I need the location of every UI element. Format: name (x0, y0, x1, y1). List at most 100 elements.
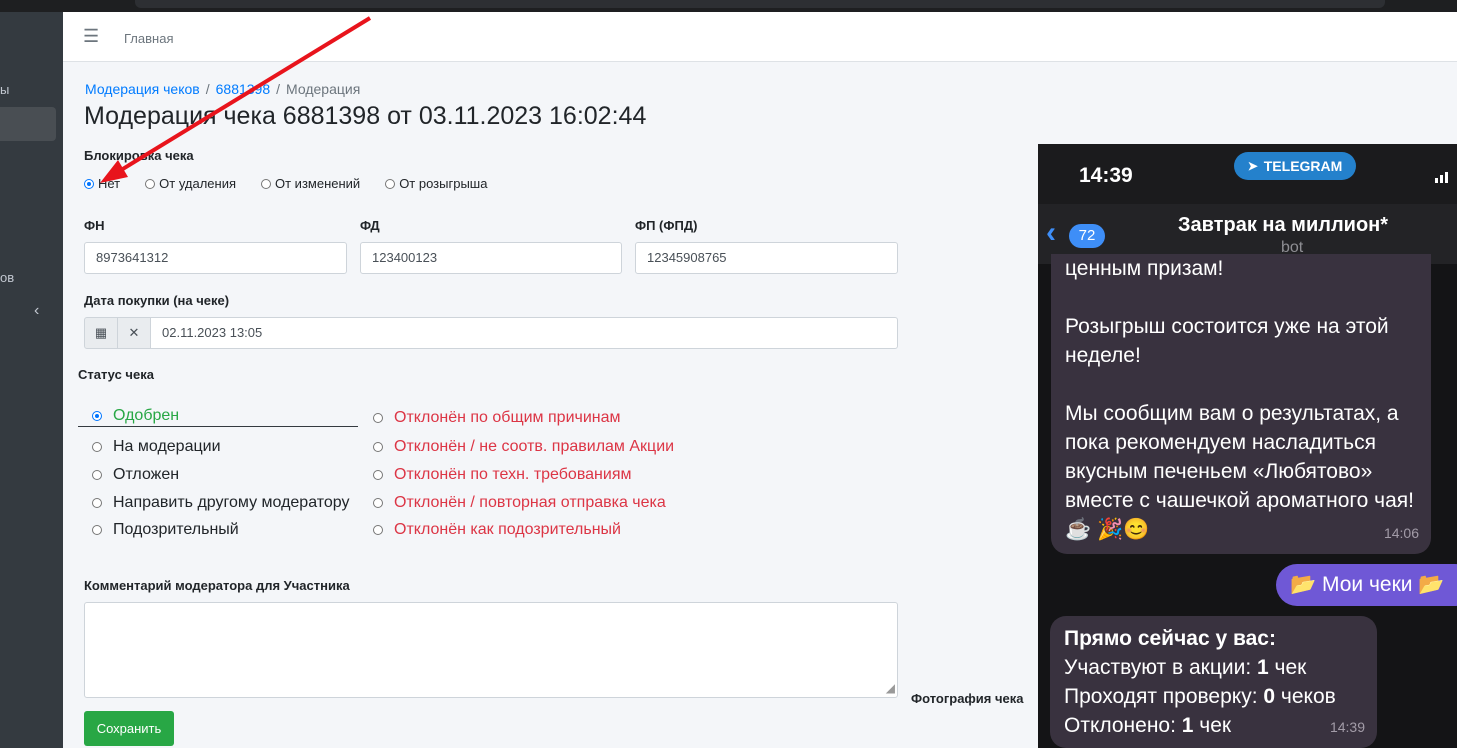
block-option-label: От удаления (159, 176, 236, 191)
radio-icon[interactable] (92, 470, 102, 480)
status-option-label: Отклонён по техн. требованиям (394, 466, 632, 483)
status-option-label: Отложен (113, 466, 180, 483)
radio-icon[interactable] (92, 442, 102, 452)
message-time: 14:39 (1329, 719, 1365, 735)
block-option-label: Нет (98, 176, 121, 191)
date-input[interactable]: 02.11.2023 13:05 (150, 317, 898, 349)
fp-label: ФП (ФПД) (635, 218, 698, 233)
status-option-label: Отклонён как подозрительный (394, 521, 621, 538)
status-option-label: На модерации (113, 438, 221, 455)
block-label: Блокировка чека (84, 148, 194, 163)
sidebar-item-label[interactable]: ы (0, 82, 9, 97)
message-bubble: ценным призам! Розыгрыш состоится уже на… (1051, 254, 1431, 554)
block-option-none[interactable]: Нет (84, 176, 120, 191)
sidebar-item-active[interactable] (0, 107, 56, 141)
breadcrumb-current: Модерация (286, 81, 361, 97)
status-option-label: Отклонён по общим причинам (394, 409, 621, 426)
top-navbar: ☰ Главная (63, 12, 1457, 62)
block-option-draw[interactable]: От розыгрыша (385, 176, 487, 191)
status-label: Статус чека (78, 367, 154, 382)
status-option-reject-rules[interactable]: Отклонён / не соотв. правилам Акции (373, 438, 674, 456)
sidebar: ы ов ‹ (0, 12, 63, 748)
selected-underline (78, 426, 358, 427)
breadcrumb-receipt-link[interactable]: 6881398 (216, 81, 271, 97)
status-option-reject-tech[interactable]: Отклонён по техн. требованиям (373, 466, 631, 484)
status-option-label: Одобрен (113, 407, 180, 424)
status-option-suspicious[interactable]: Подозрительный (92, 521, 239, 539)
resize-grip-icon[interactable]: ◢ (886, 681, 895, 695)
my-receipts-button[interactable]: 📂 Мои чеки 📂 (1276, 564, 1457, 606)
browser-bar (135, 0, 1385, 8)
status-option-moderation[interactable]: На модерации (92, 438, 221, 456)
calendar-icon[interactable]: ▦ (84, 317, 118, 349)
status-option-forward[interactable]: Направить другому модератору (92, 494, 350, 512)
comment-textarea[interactable]: ◢ (84, 602, 898, 698)
status-option-label: Отклонён / не соотв. правилам Акции (394, 438, 675, 455)
line-text: Отклонено: (1064, 714, 1182, 737)
save-button[interactable]: Сохранить (84, 711, 174, 746)
status-option-approved[interactable]: Одобрен (92, 407, 179, 425)
line-text: чек (1268, 656, 1307, 679)
fn-label: ФН (84, 218, 105, 233)
radio-checked-icon[interactable] (84, 178, 94, 189)
sidebar-item-label[interactable]: ов (0, 270, 14, 285)
message-line: Мы сообщим вам о результатах, а пока рек… (1065, 402, 1414, 541)
message-line: Розыгрыш состоится уже на этой неделе! (1065, 315, 1389, 367)
line-text: чеков (1275, 685, 1336, 708)
signal-icon (1435, 172, 1450, 183)
status-option-reject-general[interactable]: Отклонён по общим причинам (373, 409, 621, 427)
radio-icon[interactable] (92, 498, 102, 508)
radio-icon[interactable] (145, 178, 156, 189)
fp-input[interactable]: 12345908765 (635, 242, 898, 274)
date-label: Дата покупки (на чеке) (84, 293, 230, 308)
count-rejected: 1 (1181, 714, 1194, 737)
window-top-strip (0, 0, 1457, 12)
block-option-label: От изменений (275, 176, 361, 191)
block-option-delete[interactable]: От удаления (145, 176, 236, 191)
status-option-postponed[interactable]: Отложен (92, 466, 179, 484)
radio-icon[interactable] (373, 413, 383, 423)
count-checking: 0 (1263, 685, 1276, 708)
message-spacer (1065, 370, 1417, 399)
line-text: чек (1193, 714, 1232, 737)
message-time: 14:06 (1383, 525, 1419, 541)
comment-label: Комментарий модератора для Участника (84, 578, 350, 593)
status-option-label: Подозрительный (113, 521, 239, 538)
block-option-change[interactable]: От изменений (261, 176, 360, 191)
clear-date-icon[interactable]: ✕ (117, 317, 151, 349)
nav-home-link[interactable]: Главная (124, 31, 173, 46)
radio-icon[interactable] (92, 525, 102, 535)
status-option-label: Направить другому модератору (113, 494, 350, 511)
line-text: Проходят проверку: (1064, 685, 1264, 708)
message-bubble: Прямо сейчас у вас: Участвуют в акции: 1… (1050, 616, 1377, 748)
page-title: Модерация чека 6881398 от 03.11.2023 16:… (84, 102, 647, 130)
radio-checked-icon[interactable] (92, 411, 102, 421)
phone-time: 14:39 (1079, 164, 1133, 187)
message-line: Проходят проверку: 0 чеков (1064, 682, 1363, 711)
message-line: Участвуют в акции: 1 чек (1064, 653, 1363, 682)
radio-icon[interactable] (373, 498, 383, 508)
message-title: Прямо сейчас у вас: (1064, 627, 1276, 650)
radio-icon[interactable] (373, 442, 383, 452)
back-chevron-icon[interactable]: ‹ (1046, 218, 1056, 248)
fn-input[interactable]: 8973641312 (84, 242, 347, 274)
radio-icon[interactable] (261, 178, 271, 189)
block-radio-group: Нет От удаления От изменений От розыгрыш… (84, 176, 512, 191)
fd-label: ФД (360, 218, 380, 233)
status-option-reject-suspicious[interactable]: Отклонён как подозрительный (373, 521, 621, 539)
collapse-chevron-icon[interactable]: ‹ (34, 302, 39, 320)
message-spacer (1065, 283, 1417, 312)
breadcrumb-moderation-link[interactable]: Модерация чеков (85, 81, 200, 97)
phone-screenshot: 14:39 ➤ TELEGRAM ‹ 72 Завтрак на миллион*… (1038, 144, 1457, 748)
radio-icon[interactable] (373, 525, 383, 535)
status-option-reject-duplicate[interactable]: Отклонён / повторная отправка чека (373, 494, 666, 512)
fd-input[interactable]: 123400123 (360, 242, 622, 274)
message-line: ценным призам! (1065, 257, 1224, 280)
telegram-plane-icon: ➤ (1247, 159, 1258, 173)
radio-icon[interactable] (373, 470, 383, 480)
telegram-label: TELEGRAM (1263, 158, 1343, 174)
menu-hamburger-icon[interactable]: ☰ (83, 26, 99, 47)
chat-name: Завтрак на миллион* (1178, 214, 1389, 236)
telegram-pill: ➤ TELEGRAM (1234, 152, 1356, 180)
radio-icon[interactable] (385, 178, 396, 189)
